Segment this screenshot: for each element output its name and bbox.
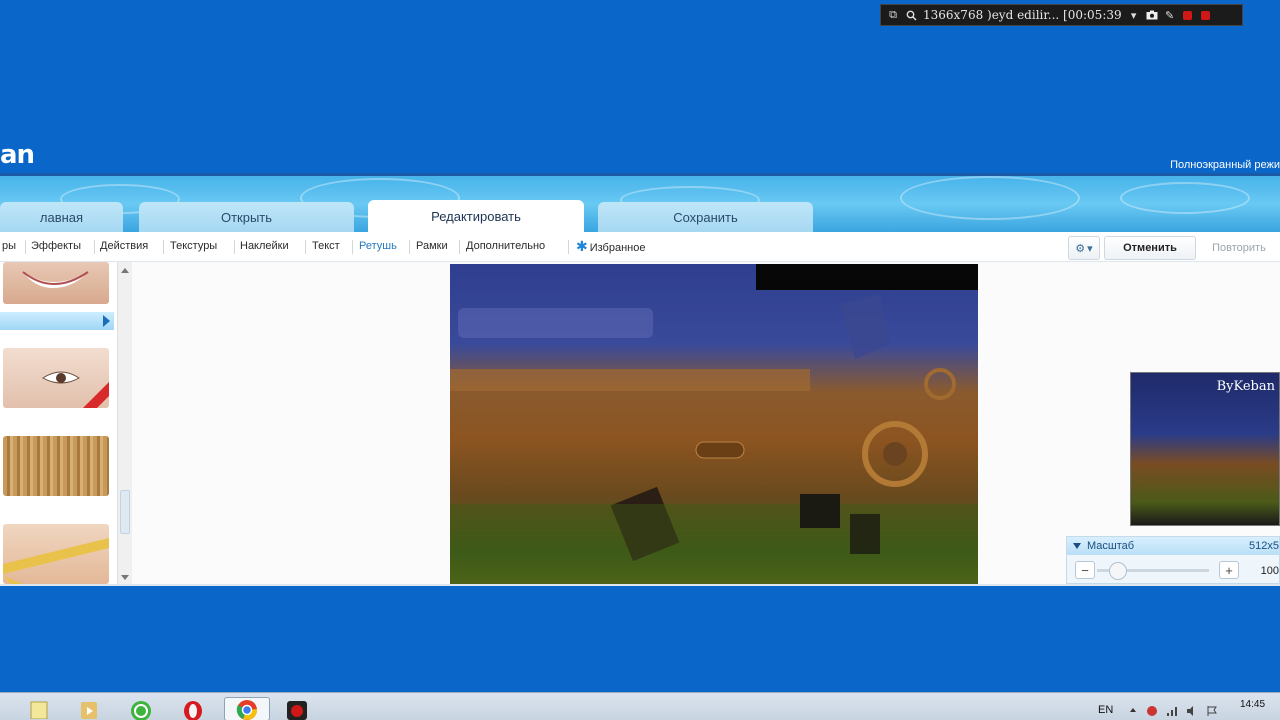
restore-icon[interactable]: ⧉	[887, 8, 899, 21]
scroll-down-arrow[interactable]	[121, 575, 129, 580]
star-icon: ✱	[576, 238, 588, 254]
gear-icon: ⚙	[1075, 242, 1086, 255]
chrome-icon[interactable]	[224, 697, 270, 720]
tab-open[interactable]: Открыть	[139, 202, 354, 232]
tab-save[interactable]: Сохранить	[598, 202, 813, 232]
chevron-down-icon	[1073, 543, 1081, 549]
tool-text[interactable]: Текст	[312, 240, 340, 252]
app-logo: an	[0, 140, 35, 170]
image-size: 512x5	[1249, 540, 1279, 552]
network-icon[interactable]	[1166, 705, 1178, 717]
divider	[409, 240, 410, 254]
recorder-status: 1366x768 )eyd edilir... [00:05:39	[923, 8, 1122, 22]
tray-arrow-icon[interactable]	[1128, 705, 1140, 717]
scroll-up-arrow[interactable]	[121, 268, 129, 273]
zoom-slider-knob[interactable]	[1109, 562, 1127, 580]
thumbnail-eye[interactable]	[3, 348, 109, 408]
pause-icon[interactable]	[1182, 9, 1194, 21]
main-tabs: лавная Открыть Редактировать Сохранить	[0, 200, 1280, 232]
camera-icon[interactable]	[1146, 9, 1158, 21]
image-canvas[interactable]	[450, 264, 978, 584]
scroll-thumb[interactable]	[120, 490, 130, 534]
settings-button[interactable]: ⚙ ▾	[1068, 236, 1100, 260]
media-player-icon[interactable]	[74, 697, 104, 720]
taskbar-clock[interactable]: 14:45	[1240, 699, 1265, 710]
preview-watermark: ByKeban	[1216, 379, 1275, 394]
tool-filters[interactable]: ры	[2, 240, 16, 252]
zoom-label: Масштаб	[1087, 540, 1135, 552]
recorder-app-icon[interactable]	[282, 697, 312, 720]
fullscreen-link[interactable]: Полноэкранный режи	[1170, 159, 1280, 171]
divider	[568, 240, 569, 254]
divider	[459, 240, 460, 254]
tool-favorites[interactable]: ✱ Избранное	[576, 238, 645, 255]
volume-icon[interactable]	[1186, 705, 1198, 717]
utorrent-icon[interactable]	[126, 697, 156, 720]
tool-textures[interactable]: Текстуры	[170, 240, 217, 252]
divider	[305, 240, 306, 254]
tool-advanced[interactable]: Дополнительно	[466, 240, 545, 252]
tab-edit[interactable]: Редактировать	[368, 200, 584, 232]
recorder-toolbar: ⧉ 1366x768 )eyd edilir... [00:05:39 ▾ ✎	[880, 4, 1243, 26]
page-footer-band	[0, 584, 1280, 692]
tool-stickers[interactable]: Наклейки	[240, 240, 289, 252]
zoom-panel-header[interactable]: Масштаб	[1067, 537, 1279, 555]
tool-effects[interactable]: Эффекты	[31, 240, 81, 252]
search-icon[interactable]	[905, 9, 917, 21]
navigator-preview[interactable]: ByKeban	[1130, 372, 1280, 526]
chevron-down-icon[interactable]: ▾	[1128, 9, 1140, 22]
tool-retouch[interactable]: Ретушь	[359, 240, 397, 252]
pen-icon[interactable]: ✎	[1164, 9, 1176, 22]
undo-button[interactable]: Отменить	[1104, 236, 1196, 260]
chevron-down-icon: ▾	[1087, 242, 1093, 255]
tool-frames[interactable]: Рамки	[416, 240, 448, 252]
divider	[234, 240, 235, 254]
opera-icon[interactable]	[178, 697, 208, 720]
panel-scrollbar[interactable]	[117, 262, 132, 584]
zoom-panel: Масштаб 512x5 − + 100	[1066, 536, 1280, 584]
thumbnail-hair[interactable]	[3, 436, 109, 496]
tool-actions[interactable]: Действия	[100, 240, 148, 252]
chevron-right-icon	[103, 315, 110, 327]
divider	[163, 240, 164, 254]
tray-app-icon[interactable]	[1146, 705, 1158, 717]
taskbar: EN 14:45	[0, 692, 1280, 720]
zoom-out-button[interactable]: −	[1075, 561, 1095, 579]
thumbnail-smile[interactable]	[3, 262, 109, 304]
panel-section-header[interactable]	[0, 312, 114, 330]
retouch-panel	[0, 262, 117, 584]
divider	[94, 240, 95, 254]
language-indicator[interactable]: EN	[1098, 704, 1113, 716]
divider	[352, 240, 353, 254]
notification-flag-icon[interactable]	[1206, 705, 1218, 717]
stop-icon[interactable]	[1200, 9, 1212, 21]
workspace: ByKeban Масштаб 512x5 − + 100	[0, 262, 1280, 584]
thumbnail-waist[interactable]	[3, 524, 109, 584]
canvas-artwork	[450, 294, 978, 584]
tab-home[interactable]: лавная	[0, 202, 123, 232]
notepad-icon[interactable]	[24, 697, 54, 720]
tool-favorites-label: Избранное	[589, 242, 646, 254]
zoom-value: 100	[1260, 565, 1279, 577]
zoom-in-button[interactable]: +	[1219, 561, 1239, 579]
redo-button[interactable]: Повторить	[1198, 236, 1280, 260]
divider	[25, 240, 26, 254]
